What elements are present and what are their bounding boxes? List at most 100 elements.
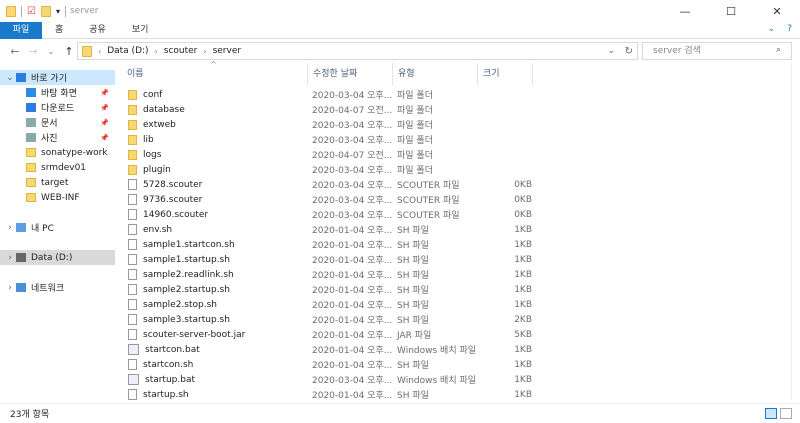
file-date: 2020-03-04 오후... [312, 196, 393, 206]
column-header-type[interactable]: 유형 [393, 63, 478, 85]
sidebar-item[interactable]: srmdev01 [0, 160, 115, 175]
file-size: 1KB [514, 254, 532, 265]
file-date: 2020-01-04 오후... [312, 316, 393, 326]
file-row[interactable]: startup.sh 2020-01-04 오후... SH 파일 1KB [122, 387, 542, 400]
properties-icon[interactable]: ☑ [27, 6, 36, 17]
folder-icon [26, 178, 36, 187]
search-icon[interactable]: ⌕ [776, 45, 781, 55]
file-date: 2020-03-04 오후... [312, 136, 393, 146]
file-row[interactable]: startup.bat 2020-03-04 오후... Windows 배치 … [122, 372, 542, 387]
sidebar-item[interactable]: WEB-INF [0, 190, 115, 205]
star-icon [16, 73, 26, 82]
expand-chevron-icon[interactable]: › [4, 283, 16, 293]
new-folder-icon[interactable] [40, 5, 51, 17]
breadcrumb-server[interactable]: server [213, 46, 242, 56]
file-date: 2020-01-04 오후... [312, 361, 393, 371]
file-date: 2020-03-04 오후... [312, 121, 393, 131]
tab-view[interactable]: 보기 [119, 22, 162, 39]
address-dropdown-icon[interactable]: ⌄ [607, 46, 615, 56]
sidebar-item[interactable]: › 네트워크 [0, 280, 115, 295]
up-button[interactable]: ↑ [60, 45, 78, 58]
file-row[interactable]: sample2.startup.sh 2020-01-04 오후... SH 파… [122, 282, 542, 297]
file-row[interactable]: 9736.scouter 2020-03-04 오후... SCOUTER 파일… [122, 192, 542, 207]
search-input[interactable]: server 검색 [642, 42, 792, 60]
file-size: 1KB [514, 374, 532, 385]
file-name-cell: startcon.bat [122, 344, 312, 355]
file-name-cell: 5728.scouter [122, 179, 312, 190]
large-icons-view-button[interactable] [780, 408, 792, 419]
file-size: 1KB [514, 284, 532, 295]
back-button[interactable]: ← [6, 45, 24, 58]
file-row[interactable]: 5728.scouter 2020-03-04 오후... SCOUTER 파일… [122, 177, 542, 192]
address-bar[interactable]: › Data (D:) › scouter › server ⌄ ↻ [77, 42, 638, 60]
vertical-scrollbar[interactable] [791, 63, 800, 400]
sidebar-item-label: target [41, 177, 69, 188]
expand-ribbon-icon[interactable]: ⌄ [768, 24, 776, 34]
breadcrumb-scouter[interactable]: scouter [164, 46, 198, 56]
file-date: 2020-04-07 오전... [312, 151, 393, 161]
sidebar-item-label: 문서 [41, 119, 58, 129]
pin-icon[interactable]: 📌 [100, 104, 109, 112]
sidebar-item[interactable]: 문서 📌 [0, 115, 115, 130]
file-row[interactable]: sample3.startup.sh 2020-01-04 오후... SH 파… [122, 312, 542, 327]
file-type: SH 파일 [397, 391, 429, 400]
expand-chevron-icon[interactable]: › [4, 223, 16, 233]
file-row[interactable]: lib 2020-03-04 오후... 파일 폴더 [122, 132, 542, 147]
recent-locations-button[interactable]: ⌄ [42, 47, 60, 56]
file-row[interactable]: scouter-server-boot.jar 2020-01-04 오후...… [122, 327, 542, 342]
sidebar-item[interactable]: ⌄ 바로 가기 [0, 70, 115, 85]
column-header-size[interactable]: 크기 [478, 63, 533, 85]
sidebar-item[interactable]: › 내 PC [0, 220, 115, 235]
sidebar-item[interactable]: 다운로드 📌 [0, 100, 115, 115]
file-row[interactable]: sample1.startup.sh 2020-01-04 오후... SH 파… [122, 252, 542, 267]
tab-file[interactable]: 파일 [0, 21, 42, 39]
close-button[interactable]: ✕ [754, 0, 800, 22]
file-row[interactable]: sample1.startcon.sh 2020-01-04 오후... SH … [122, 237, 542, 252]
pin-icon[interactable]: 📌 [100, 89, 109, 97]
help-icon[interactable]: ? [787, 24, 792, 34]
file-row[interactable]: logs 2020-04-07 오전... 파일 폴더 [122, 147, 542, 162]
navigation-pane: ⌄ 바로 가기 바탕 화면 📌 다운로드 📌 문서 📌 사진 📌 sonatype-work srmd… [0, 70, 115, 400]
file-type: SH 파일 [397, 226, 429, 236]
expand-chevron-icon[interactable]: › [4, 253, 16, 263]
pic-icon [26, 133, 36, 142]
sidebar-item[interactable]: target [0, 175, 115, 190]
file-row[interactable]: extweb 2020-03-04 오후... 파일 폴더 [122, 117, 542, 132]
file-row[interactable]: startcon.sh 2020-01-04 오후... SH 파일 1KB [122, 357, 542, 372]
file-icon [128, 224, 137, 235]
file-row[interactable]: 14960.scouter 2020-03-04 오후... SCOUTER 파… [122, 207, 542, 222]
file-type: SH 파일 [397, 241, 429, 251]
file-row[interactable]: conf 2020-03-04 오후... 파일 폴더 [122, 87, 542, 102]
sidebar-item[interactable]: › Data (D:) [0, 250, 115, 265]
file-name-cell: env.sh [122, 224, 312, 235]
tab-home[interactable]: 홈 [42, 22, 76, 39]
file-date: 2020-03-04 오후... [312, 211, 393, 221]
sidebar-item[interactable]: 바탕 화면 📌 [0, 85, 115, 100]
details-view-button[interactable] [765, 408, 777, 419]
file-row[interactable]: sample2.readlink.sh 2020-01-04 오후... SH … [122, 267, 542, 282]
file-date: 2020-03-04 오후... [312, 166, 393, 176]
file-size: 0KB [514, 194, 532, 205]
tab-share[interactable]: 공유 [76, 22, 119, 39]
forward-button[interactable]: → [24, 45, 42, 58]
pin-icon[interactable]: 📌 [100, 134, 109, 142]
file-row[interactable]: env.sh 2020-01-04 오후... SH 파일 1KB [122, 222, 542, 237]
maximize-button[interactable]: ☐ [708, 0, 754, 22]
breadcrumb-data-drive[interactable]: Data (D:) [107, 46, 148, 56]
expand-chevron-icon[interactable]: ⌄ [4, 73, 16, 83]
file-row[interactable]: sample2.stop.sh 2020-01-04 오후... SH 파일 1… [122, 297, 542, 312]
pin-icon[interactable]: 📌 [100, 119, 109, 127]
minimize-button[interactable]: — [662, 0, 708, 22]
file-icon [128, 239, 137, 250]
sidebar-item[interactable]: 사진 📌 [0, 130, 115, 145]
file-row[interactable]: database 2020-04-07 오전... 파일 폴더 [122, 102, 542, 117]
file-name: startup.sh [143, 389, 189, 400]
column-header-date[interactable]: 수정한 날짜 [308, 63, 393, 85]
file-name-cell: database [122, 104, 312, 115]
file-row[interactable]: plugin 2020-03-04 오후... 파일 폴더 [122, 162, 542, 177]
file-row[interactable]: startcon.bat 2020-01-04 오후... Windows 배치… [122, 342, 542, 357]
quick-access-dropdown-icon[interactable]: ▾ [56, 7, 60, 16]
sidebar-item[interactable]: sonatype-work [0, 145, 115, 160]
folder-icon [128, 149, 137, 160]
refresh-icon[interactable]: ↻ [625, 46, 633, 57]
